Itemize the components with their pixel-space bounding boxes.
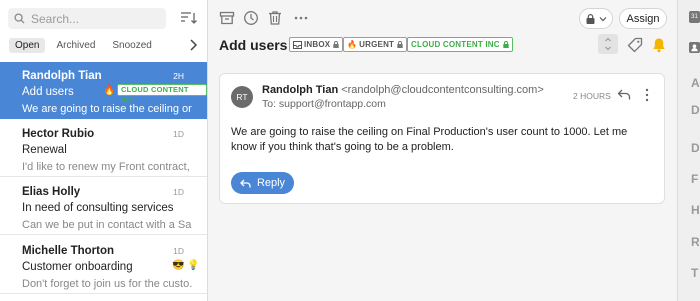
index-letter-f[interactable]: F <box>691 172 698 186</box>
conversation-preview: Can we be put in contact with a Sal... <box>22 219 192 231</box>
more-vertical-icon[interactable] <box>644 88 650 102</box>
conversation-sender: Hector Rubio <box>22 128 95 140</box>
message-to: To: support@frontapp.com <box>262 98 386 110</box>
conversation-item-hector[interactable]: Hector Rubio 1D Renewal I'd like to rene… <box>0 120 207 177</box>
conversation-time: 2H <box>173 71 184 81</box>
filter-snoozed[interactable]: Snoozed <box>106 38 157 53</box>
lightbulb-emoji: 💡 <box>187 260 200 271</box>
lock-icon <box>586 13 594 24</box>
conversation-sender: Randolph Tian <box>22 70 102 82</box>
conversation-preview: I'd like to renew my Front contract, ... <box>22 161 192 173</box>
tag-label: CLOUD CONTENT INC <box>411 40 500 49</box>
avatar: RT <box>231 86 253 108</box>
sender-address: <randolph@cloudcontentconsulting.com> <box>341 84 544 96</box>
tag-cloud-content-inc[interactable]: CLOUD CONTENT INC <box>407 37 513 52</box>
message-card: RT Randolph Tian <randolph@cloudcontentco… <box>219 73 665 204</box>
conversation-subject: Renewal <box>22 144 67 156</box>
reply-label: Reply <box>256 177 286 189</box>
conversation-sender: Michelle Thorton <box>22 245 114 257</box>
inbox-icon <box>293 40 302 49</box>
conversation-time: 1D <box>173 246 184 256</box>
assign-button[interactable]: Assign <box>619 8 667 29</box>
sender-name: Randolph Tian <box>262 84 339 96</box>
filter-open[interactable]: Open <box>9 37 46 53</box>
conversation-preview: We are going to raise the ceiling on <box>22 103 192 115</box>
expand-collapse-button[interactable] <box>598 34 618 54</box>
conversation-view: Assign Add users INBOX 🔥 URGENT CLOUD CO… <box>209 0 677 301</box>
tag-inbox[interactable]: INBOX <box>289 37 344 52</box>
tag-label: URGENT <box>359 40 395 49</box>
conversation-item-elias[interactable]: Elias Holly 1D In need of consulting ser… <box>0 178 207 235</box>
conversation-sender: Elias Holly <box>22 186 81 198</box>
fire-emoji: 🔥 <box>347 40 358 49</box>
search-icon <box>14 13 25 24</box>
lock-icon <box>503 41 509 48</box>
sort-icon[interactable] <box>180 10 198 26</box>
index-letter-h[interactable]: H <box>691 203 700 217</box>
index-letter-d[interactable]: D <box>691 141 700 155</box>
more-horizontal-icon[interactable] <box>293 10 309 26</box>
reply-icon <box>240 179 251 187</box>
conversation-subject: Customer onboarding <box>22 261 133 273</box>
search-input[interactable] <box>31 11 151 26</box>
message-time: 2 HOURS <box>573 91 611 101</box>
archive-icon[interactable] <box>219 10 235 26</box>
conversation-title: Add users <box>219 37 288 53</box>
tag-urgent[interactable]: 🔥 URGENT <box>343 37 408 52</box>
conversation-preview: Don't forget to join us for the custo... <box>22 278 192 290</box>
lock-dropdown-button[interactable] <box>579 8 613 29</box>
search-box[interactable] <box>8 8 166 29</box>
reply-button[interactable]: Reply <box>231 172 294 194</box>
contacts-rail: 31 A D D F H R T <box>677 0 700 301</box>
conversation-item-michelle[interactable]: Michelle Thorton 1D Customer onboarding … <box>0 237 207 294</box>
conversation-list-panel: Open Archived Snoozed Randolph Tian 2H A… <box>0 0 208 301</box>
reply-icon[interactable] <box>617 88 631 101</box>
tag-icon[interactable] <box>627 37 643 53</box>
chevron-right-icon[interactable] <box>187 38 199 52</box>
conversation-subject: Add users <box>22 86 74 98</box>
conversation-subject: In need of consulting services <box>22 202 174 214</box>
expand-vertical-icon <box>605 37 611 51</box>
bell-icon[interactable] <box>652 37 666 53</box>
lock-icon <box>397 41 403 48</box>
index-letter-d[interactable]: D <box>691 103 700 117</box>
message-from: Randolph Tian <randolph@cloudcontentconsu… <box>262 84 544 96</box>
index-letter-r[interactable]: R <box>691 235 700 249</box>
trash-icon[interactable] <box>267 10 283 26</box>
clock-icon[interactable] <box>243 10 259 26</box>
sunglasses-emoji: 😎 <box>172 260 185 271</box>
status-filter-bar: Open Archived Snoozed <box>9 36 199 54</box>
chevron-down-icon <box>599 16 606 21</box>
index-letter-t[interactable]: T <box>691 266 698 280</box>
fire-emoji: 🔥 <box>103 85 116 96</box>
conversation-time: 1D <box>173 187 184 197</box>
contact-card-icon[interactable] <box>689 42 700 53</box>
message-body: We are going to raise the ceiling on Fin… <box>231 126 628 153</box>
lock-icon <box>333 41 340 48</box>
conversation-time: 1D <box>173 129 184 139</box>
tag-cloud-content-inc: CLOUD CONTENT INC <box>117 84 207 104</box>
index-letter-a[interactable]: A <box>691 76 700 90</box>
tag-label: INBOX <box>304 40 331 49</box>
filter-archived[interactable]: Archived <box>50 38 101 53</box>
calendar-icon[interactable]: 31 <box>689 11 700 23</box>
